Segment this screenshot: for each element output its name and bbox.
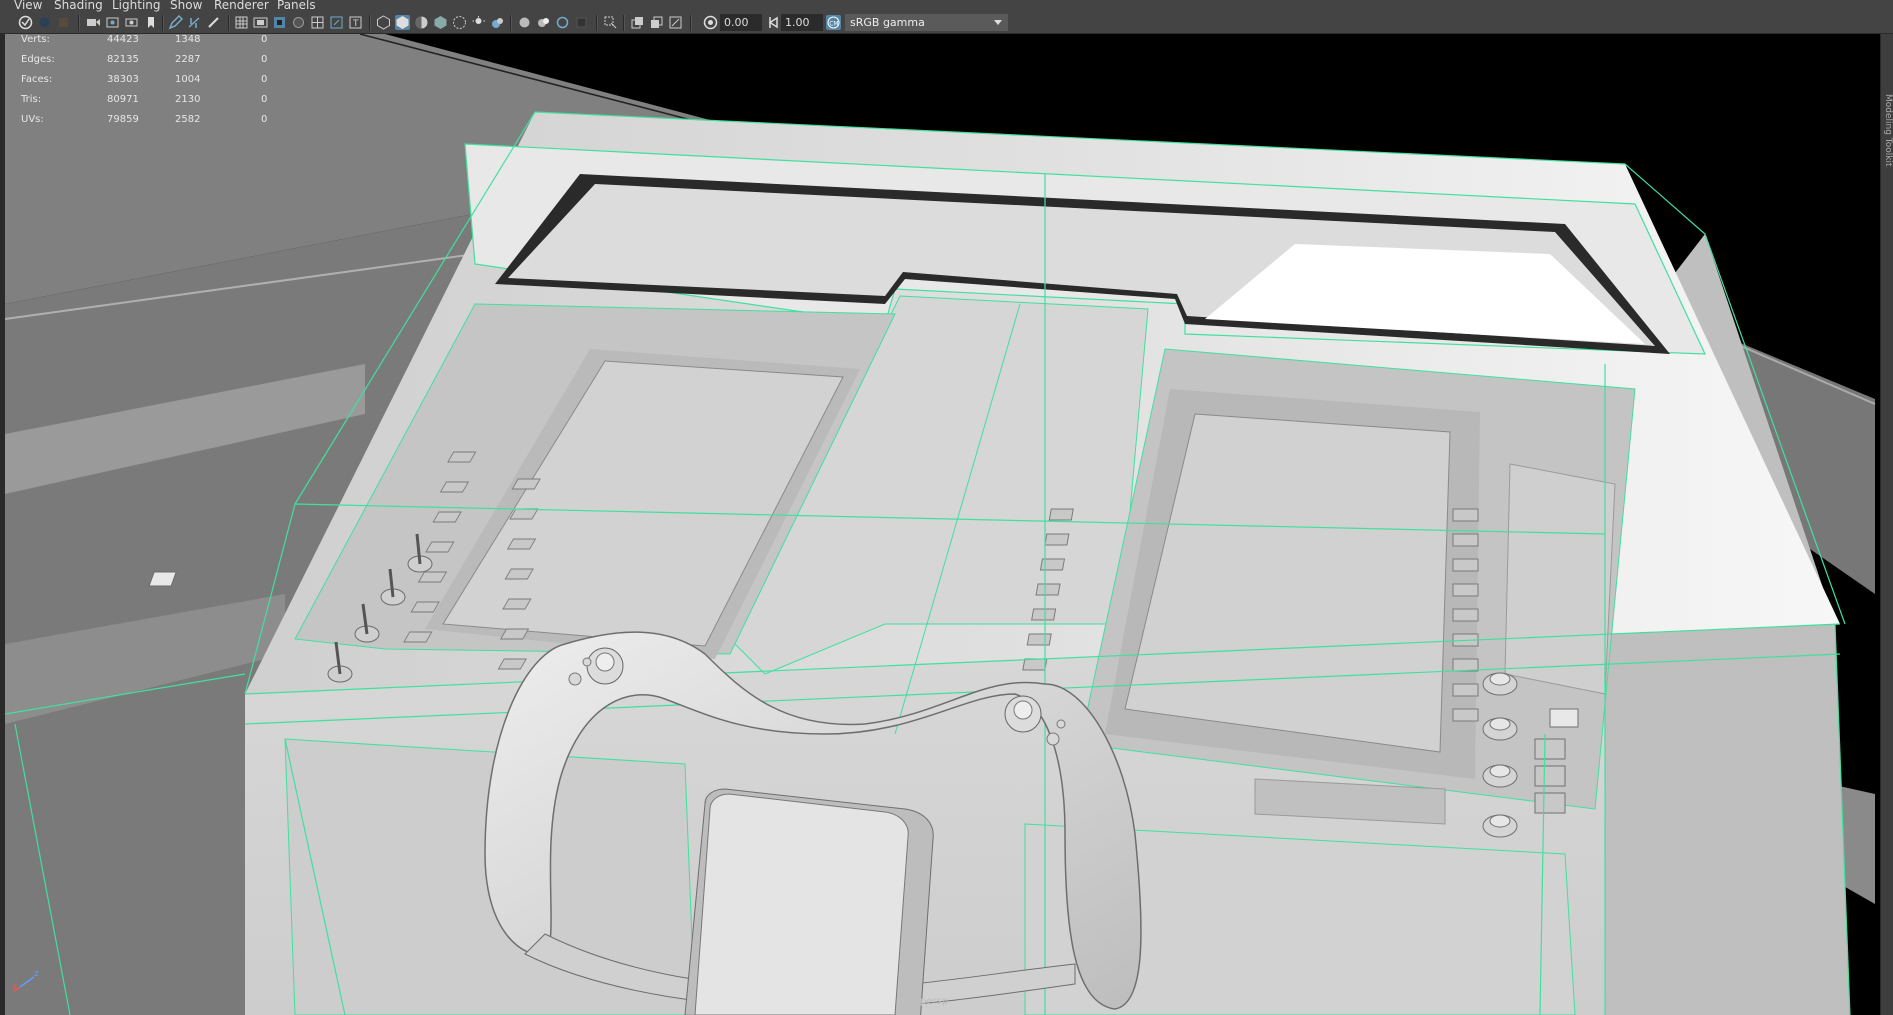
safe-title-icon[interactable]: T [348,15,363,30]
multisample-aa-icon[interactable] [536,15,551,30]
wireframe-icon[interactable] [376,15,391,30]
menu-panels[interactable]: Panels [277,0,316,11]
menu-view[interactable]: View [14,0,42,11]
axis-z-label: z [34,969,39,979]
motion-blur-icon[interactable] [517,15,532,30]
select-camera-icon[interactable] [18,15,33,30]
camera-name-label: persp [920,996,949,1007]
exposure-icon[interactable] [703,15,718,30]
svg-text:T: T [352,19,359,29]
textured-icon[interactable] [433,15,448,30]
resolution-gate-icon[interactable] [272,15,287,30]
camera-icon[interactable] [86,15,101,30]
isolate-select-icon[interactable] [574,15,589,30]
gate-mask-icon[interactable] [291,15,306,30]
viewport-menubar: View Shading Lighting Show Renderer Pane… [0,0,1893,12]
menu-renderer[interactable]: Renderer [214,0,269,11]
menu-show[interactable]: Show [170,0,202,11]
gamma-icon[interactable] [766,15,781,30]
viewport-scene [5,34,1880,1015]
axis-x-label: x [12,982,18,992]
screen-space-ao-icon[interactable] [490,15,505,30]
view-axis-indicator: z x [10,965,40,999]
xray-active-icon[interactable] [649,15,664,30]
paint-icon[interactable] [206,15,221,30]
hud-icon[interactable] [668,15,683,30]
use-all-lights-icon[interactable] [452,15,467,30]
uv-icon[interactable] [187,15,202,30]
default-lighting-icon[interactable] [414,15,429,30]
modeling-toolkit-tab[interactable]: Modeling Toolkit [1883,94,1893,167]
depth-of-field-icon[interactable] [555,15,570,30]
camera-attributes-icon[interactable] [37,15,52,30]
xray-icon[interactable] [603,15,618,30]
grid-icon[interactable] [234,15,249,30]
smooth-shade-icon[interactable] [395,15,410,30]
menu-shading[interactable]: Shading [54,0,103,11]
xray-joints-icon[interactable] [630,15,645,30]
image-plane-icon[interactable] [105,15,120,30]
colorspace-dropdown[interactable]: sRGB gamma [845,14,1008,31]
svg-text:CM: CM [829,21,838,28]
grease-pencil-icon[interactable] [168,15,183,30]
gamma-field[interactable]: 1.00 [781,14,823,31]
chevron-down-icon [991,14,1005,31]
exposure-field[interactable]: 0.00 [720,14,762,31]
field-chart-icon[interactable] [310,15,325,30]
bookmarks-icon[interactable] [56,15,71,30]
view-transform-icon[interactable]: CM [826,15,841,30]
film-gate-icon[interactable] [253,15,268,30]
safe-action-icon[interactable] [329,15,344,30]
colorspace-label: sRGB gamma [850,16,925,29]
right-side-tab-strip[interactable]: Modeling Toolkit [1880,34,1893,1015]
bookmark-flag-icon[interactable] [143,15,158,30]
view-2d-icon[interactable] [124,15,139,30]
3d-viewport[interactable] [5,34,1880,1015]
panel-toolbar: T 0.00 1.00 CM sRGB gamma [0,12,1893,34]
menu-lighting[interactable]: Lighting [112,0,161,11]
shadows-icon[interactable] [471,15,486,30]
